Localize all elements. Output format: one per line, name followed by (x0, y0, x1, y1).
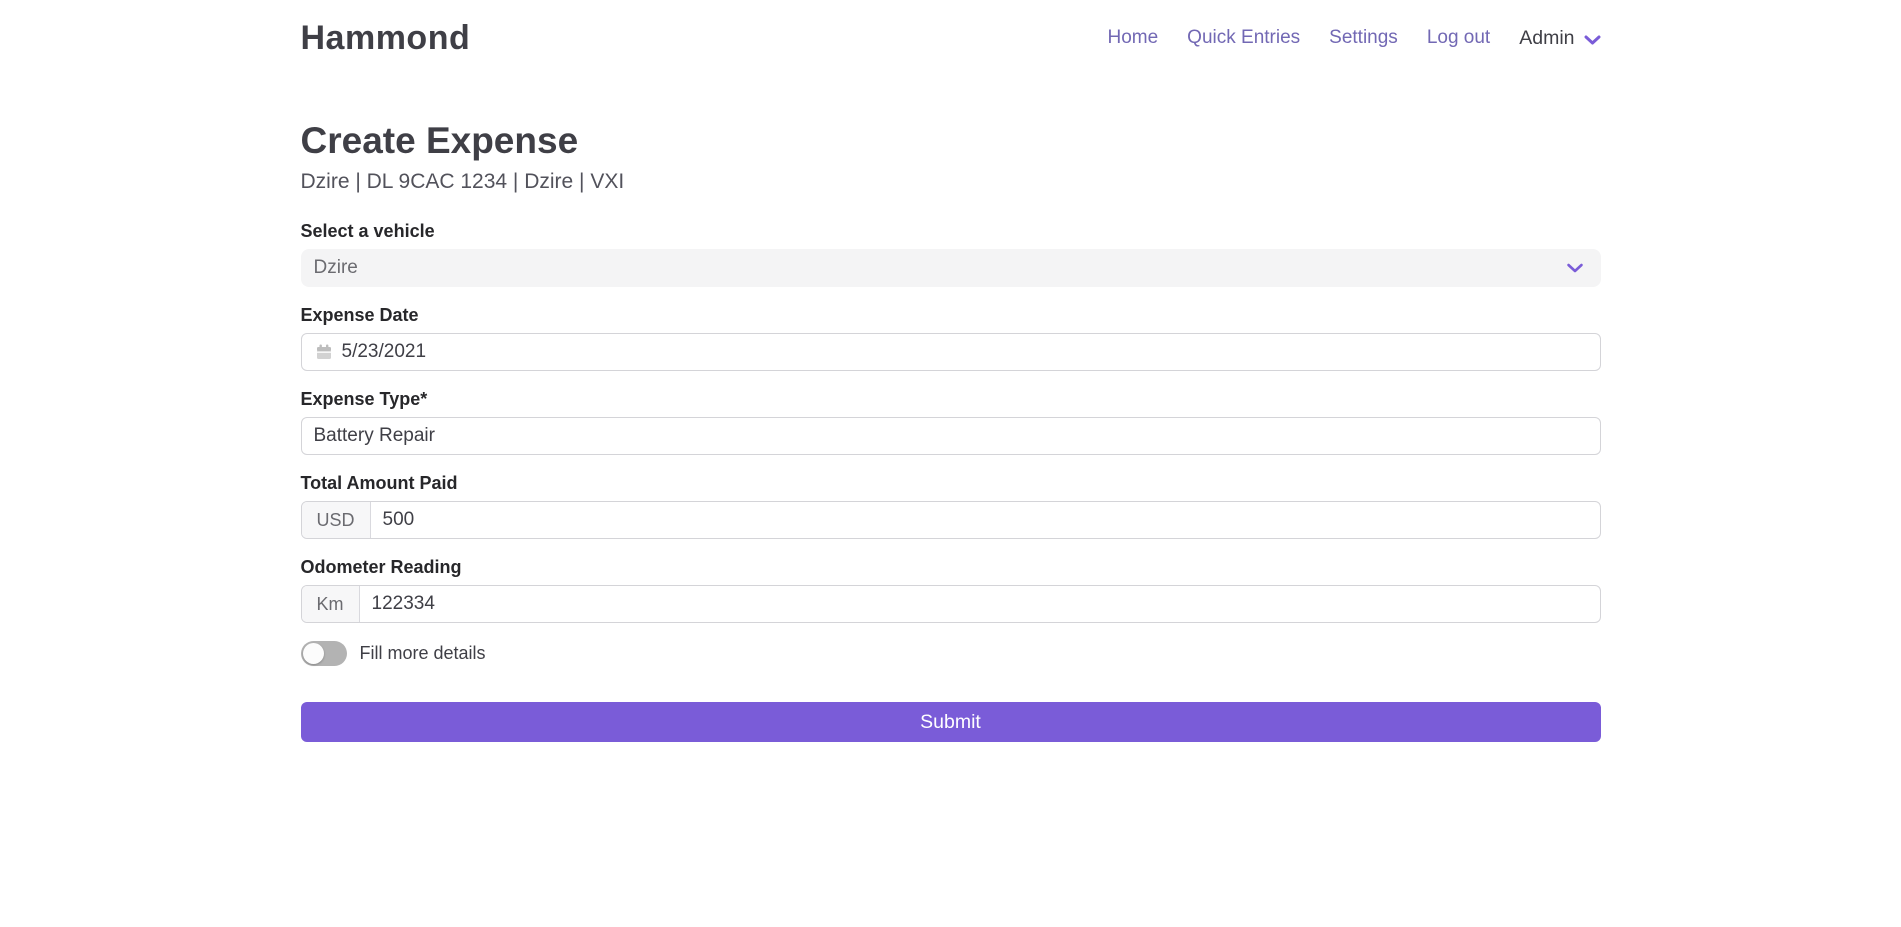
page: Hammond Home Quick Entries Settings Log … (0, 0, 1901, 927)
total-amount-field: Total Amount Paid USD (301, 472, 1601, 539)
odometer-input[interactable] (360, 586, 1600, 622)
distance-unit-addon: Km (302, 586, 360, 622)
submit-button[interactable]: Submit (301, 702, 1601, 742)
page-title: Create Expense (301, 119, 1601, 163)
nav-link-quick-entries[interactable]: Quick Entries (1187, 27, 1300, 49)
header: Hammond Home Quick Entries Settings Log … (301, 0, 1601, 62)
expense-type-field: Expense Type* (301, 388, 1601, 455)
nav-link-home[interactable]: Home (1107, 27, 1158, 49)
odometer-field: Odometer Reading Km (301, 556, 1601, 623)
total-amount-label: Total Amount Paid (301, 472, 1601, 494)
nav-link-logout[interactable]: Log out (1427, 27, 1490, 49)
odometer-input-group: Km (301, 585, 1601, 623)
total-amount-input-group: USD (301, 501, 1601, 539)
main-nav: Home Quick Entries Settings Log out Admi… (1107, 27, 1600, 50)
toggle-knob (303, 643, 324, 664)
page-subtitle: Dzire | DL 9CAC 1234 | Dzire | VXI (301, 170, 1601, 194)
create-expense-form: Select a vehicle Dzire Expense Date (301, 220, 1601, 742)
chevron-down-icon (1566, 262, 1584, 274)
vehicle-field: Select a vehicle Dzire (301, 220, 1601, 287)
expense-type-input-wrap (301, 417, 1601, 455)
expense-date-input[interactable] (333, 334, 1600, 370)
odometer-label: Odometer Reading (301, 556, 1601, 578)
total-amount-input[interactable] (371, 502, 1600, 538)
more-details-toggle[interactable] (301, 641, 347, 666)
calendar-icon (302, 343, 333, 361)
expense-type-input[interactable] (302, 418, 1600, 454)
expense-date-input-wrap (301, 333, 1601, 371)
vehicle-select[interactable]: Dzire (301, 249, 1601, 287)
expense-type-label: Expense Type* (301, 388, 1601, 410)
vehicle-selected-value: Dzire (314, 257, 358, 279)
user-menu-label: Admin (1519, 27, 1574, 50)
main-content: Create Expense Dzire | DL 9CAC 1234 | Dz… (301, 119, 1601, 742)
expense-date-label: Expense Date (301, 304, 1601, 326)
more-details-toggle-label: Fill more details (360, 643, 486, 664)
nav-link-settings[interactable]: Settings (1329, 27, 1398, 49)
vehicle-label: Select a vehicle (301, 220, 1601, 242)
chevron-down-icon (1584, 31, 1601, 46)
more-details-toggle-row: Fill more details (301, 640, 1601, 666)
brand-logo[interactable]: Hammond (301, 19, 471, 58)
expense-date-field: Expense Date (301, 304, 1601, 371)
nav-user-menu[interactable]: Admin (1519, 27, 1600, 50)
currency-unit-addon: USD (302, 502, 371, 538)
